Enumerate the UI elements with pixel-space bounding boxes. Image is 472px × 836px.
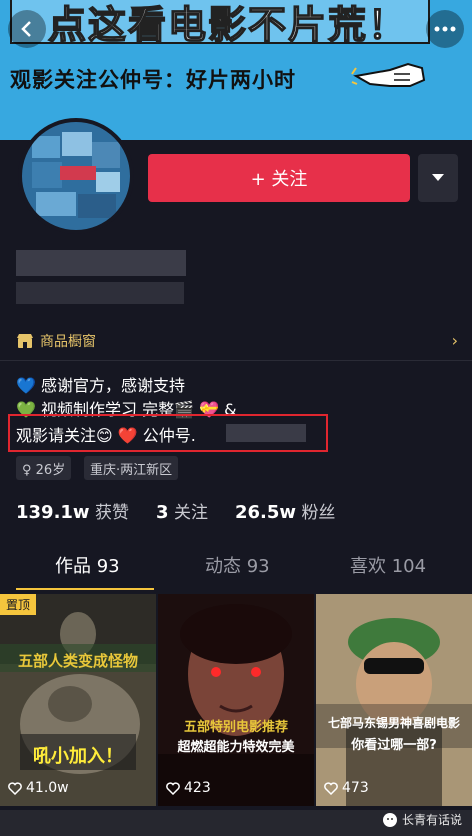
bio-line-1: 💙 感谢官方，感谢支持 (16, 376, 186, 395)
profile-stats: 139.1w 获赞 3 关注 26.5w 粉丝 (16, 498, 335, 523)
blurred-username (16, 250, 186, 276)
content-tabs: 作品 93 动态 93 喜欢 104 (0, 552, 472, 590)
avatar[interactable] (18, 118, 134, 234)
follow-button[interactable]: + 关注 (148, 154, 410, 202)
thumbnail-art (158, 594, 314, 806)
chevron-right-icon: › (451, 331, 458, 350)
thumbnail-art (316, 594, 472, 806)
thumbnail-caption-bottom: 吼小加入！ (33, 746, 123, 767)
more-button[interactable] (426, 10, 464, 48)
heart-outline-icon (8, 781, 22, 795)
tab-likes[interactable]: 喜欢 104 (350, 552, 426, 578)
shop-window-entry[interactable]: 商品橱窗 › (0, 322, 472, 361)
video-grid: 置顶 五部人类变成怪物 吼小加入！ 41.0w 五部特别电影推荐 超燃超能力特效… (0, 594, 472, 836)
stat-likes[interactable]: 139.1w 获赞 (16, 502, 129, 523)
shop-icon (17, 334, 33, 348)
shop-window-label: 商品橱窗 (40, 334, 96, 350)
avatar-mosaic (22, 122, 130, 230)
banner-headline: 点这看电影不片荒！ (47, 2, 409, 48)
active-tab-indicator (16, 588, 154, 590)
stat-followers[interactable]: 26.5w 粉丝 (235, 502, 335, 523)
pointing-hand-icon (351, 62, 426, 87)
more-dots-icon (434, 26, 456, 32)
thumbnail-caption-top: 五部人类变成怪物 (17, 652, 138, 670)
thumbnail-caption-bottom: 你看过哪一部? (351, 738, 437, 753)
location-tag: 重庆·两江新区 (84, 456, 179, 480)
watermark: 长青有话说 (382, 811, 462, 828)
banner-subline: 观影关注公仲号：好片两小时 (10, 68, 296, 92)
more-options-dropdown[interactable] (418, 154, 458, 202)
video-thumbnail[interactable]: 五部特别电影推荐 超燃超能力特效完美 423 (158, 594, 314, 806)
thumbnail-caption-top: 五部特别电影推荐 (183, 720, 288, 735)
heart-outline-icon (324, 781, 338, 795)
video-like-count: 423 (166, 780, 211, 796)
tab-posts[interactable]: 动态 93 (205, 552, 270, 578)
back-button[interactable] (8, 10, 46, 48)
video-thumbnail[interactable]: 置顶 五部人类变成怪物 吼小加入！ 41.0w (0, 594, 156, 806)
video-thumbnail[interactable]: 七部马东锡男神喜剧电影 你看过哪一部? 473 (316, 594, 472, 806)
caret-down-icon (432, 174, 444, 181)
age-tag: ♀ 26岁 (16, 456, 72, 480)
stat-following[interactable]: 3 关注 (156, 502, 208, 523)
wechat-icon (382, 812, 397, 827)
thumbnail-caption-top: 七部马东锡男神喜剧电影 (327, 716, 460, 730)
pinned-badge: 置顶 (0, 594, 37, 615)
tab-works[interactable]: 作品 93 (55, 552, 120, 578)
blurred-user-id (16, 282, 184, 304)
red-highlight-box (8, 414, 328, 452)
chevron-left-icon (21, 21, 31, 37)
video-like-count: 41.0w (8, 780, 69, 796)
heart-outline-icon (166, 781, 180, 795)
thumbnail-art (0, 594, 156, 806)
thumbnail-caption-bottom: 超燃超能力特效完美 (177, 740, 295, 755)
video-like-count: 473 (324, 780, 369, 796)
